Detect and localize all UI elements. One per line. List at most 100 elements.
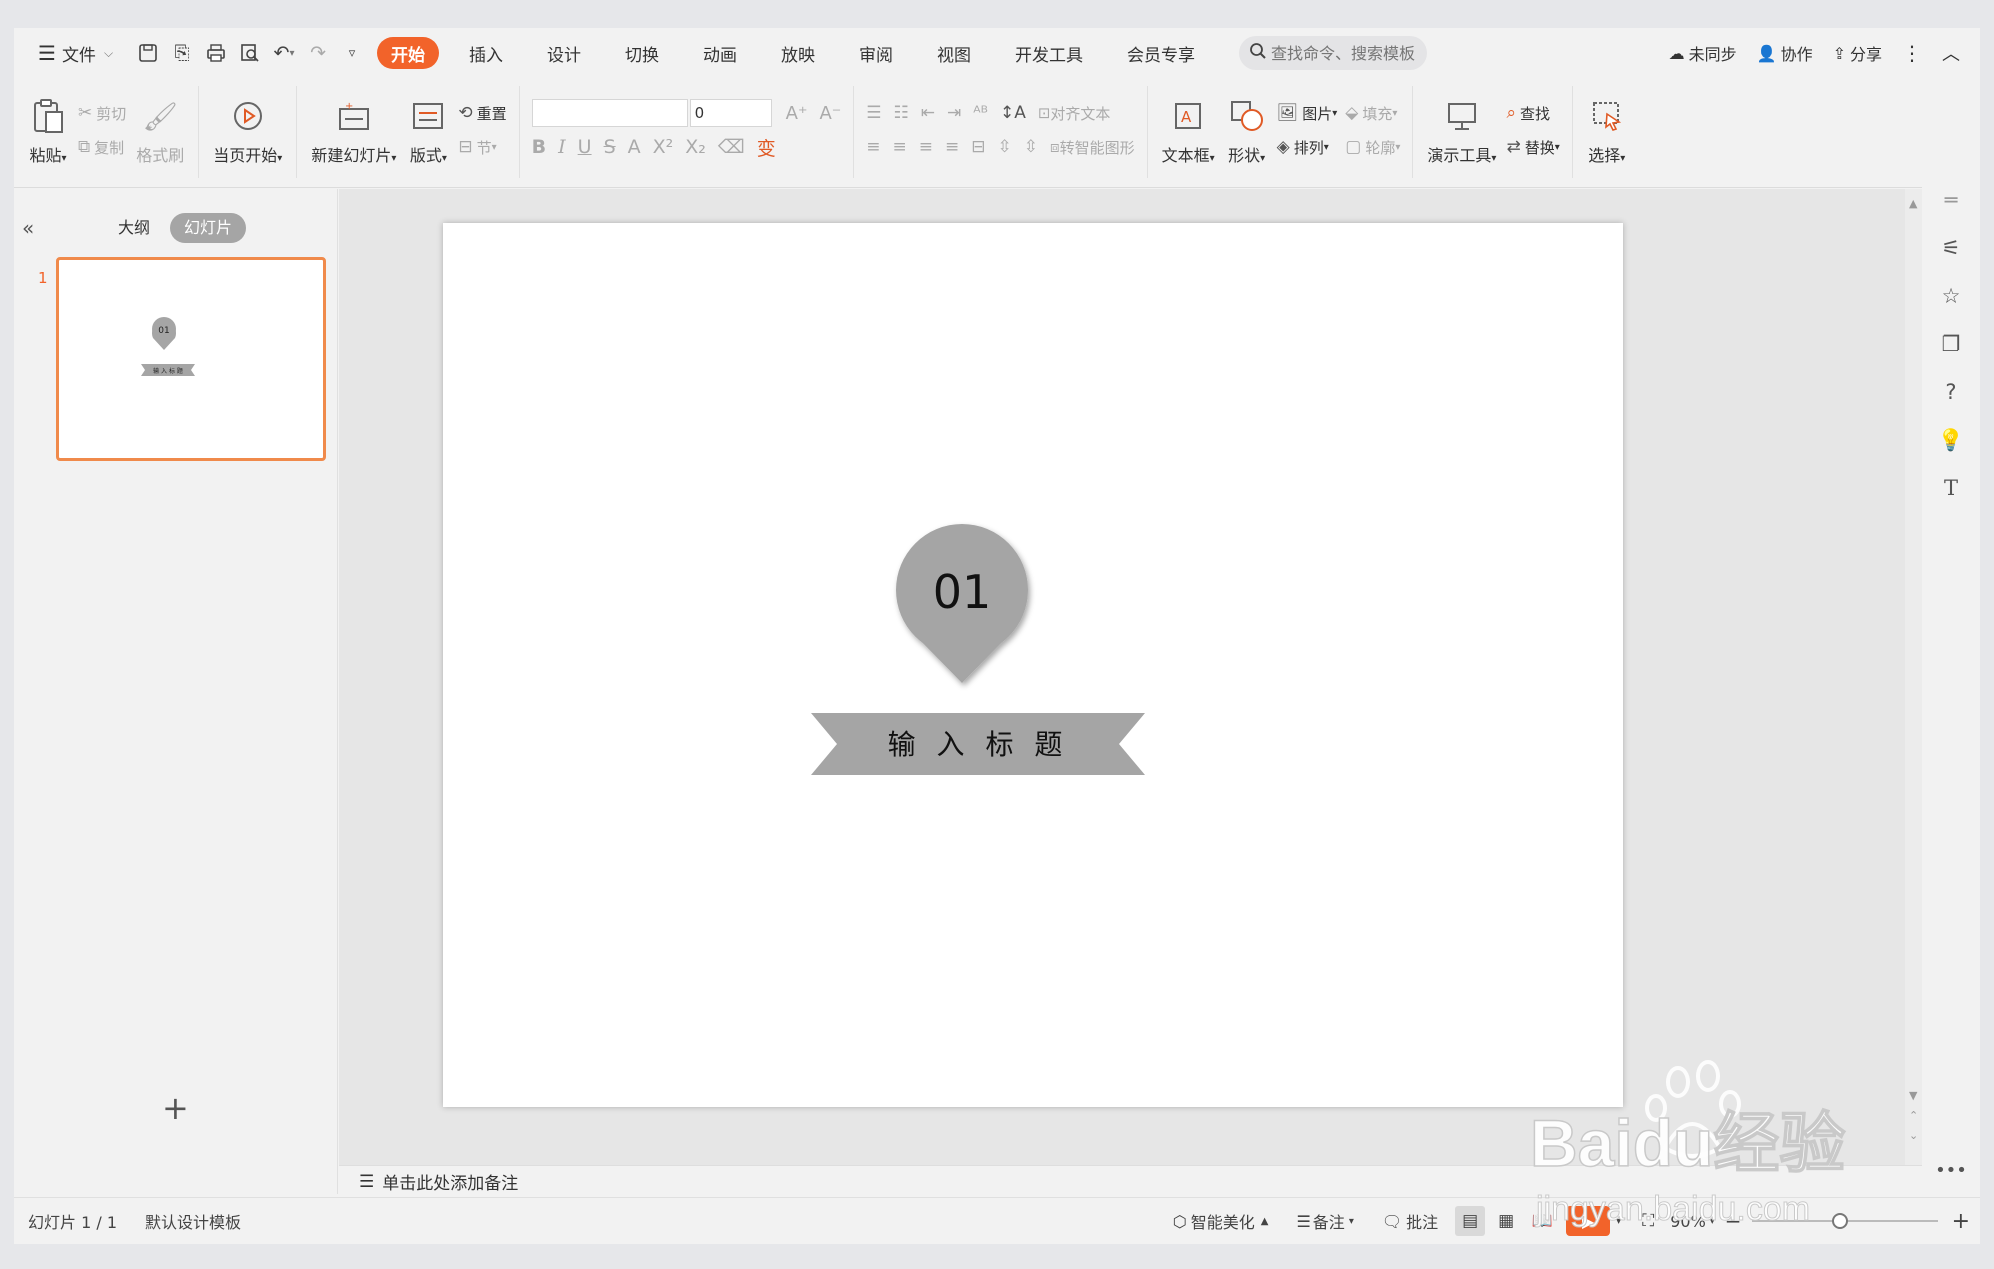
font-color-icon[interactable]: A — [628, 136, 641, 158]
template-name[interactable]: 默认设计模板 — [131, 1209, 255, 1233]
text-direction-icon[interactable]: ᴬᴮ — [973, 103, 988, 123]
find-button[interactable]: ⌕ 查找 — [1506, 96, 1559, 130]
normal-view-icon[interactable]: ▤ — [1455, 1206, 1486, 1236]
play-current-button[interactable]: 当页开始▾ — [213, 96, 282, 166]
align-center-icon[interactable]: ≡ — [893, 137, 907, 157]
add-slide-button[interactable]: + — [162, 1089, 189, 1127]
column-icon[interactable]: ⇳ — [1024, 137, 1038, 157]
notes-toggle[interactable]: ☰ 备注 ▾ — [1282, 1209, 1367, 1233]
beautify-button[interactable]: ⬡ 智能美化 ▲ — [1159, 1209, 1283, 1233]
slide-title[interactable]: 输 入 标 题 — [888, 728, 1069, 761]
print-preview-icon[interactable] — [233, 37, 267, 69]
outdent-icon[interactable]: ⇤ — [921, 103, 935, 123]
fit-window-icon[interactable]: ⛶ — [1633, 1206, 1663, 1236]
zoom-in-icon[interactable]: + — [1952, 1209, 1970, 1234]
format-painter-button[interactable]: 🖌 格式刷 — [136, 96, 184, 166]
outline-button[interactable]: ▢ 轮廓 ▾ — [1345, 130, 1400, 164]
scroll-up-icon[interactable]: ▲ — [1909, 197, 1917, 210]
collab-button[interactable]: 👤 协作 — [1747, 37, 1823, 69]
shape-button[interactable]: 形状▾ — [1227, 96, 1267, 166]
numbering-icon[interactable]: ☷ — [894, 103, 909, 123]
decrease-font-icon[interactable]: A⁻ — [819, 103, 841, 124]
paste-format-icon[interactable]: ⎘ — [165, 37, 199, 69]
vertical-scrollbar[interactable]: ▲ ▼ ⌃ ⌄ — [1905, 189, 1923, 1165]
grid-view-icon[interactable]: ▦ — [1491, 1206, 1521, 1236]
text-icon[interactable]: T — [1931, 468, 1971, 508]
font-family-select[interactable] — [531, 99, 688, 127]
undo-icon[interactable]: ↶ ▾ — [267, 37, 301, 69]
star-icon[interactable]: ☆ — [1931, 276, 1971, 316]
zoom-slider[interactable] — [1751, 1213, 1938, 1229]
slide[interactable]: 01 输 入 标 题 — [443, 223, 1623, 1107]
replace-button[interactable]: ⇄ 替换 ▾ — [1506, 130, 1559, 164]
align-left-icon[interactable]: ≡ — [866, 137, 880, 157]
tab-outline[interactable]: 大纲 — [118, 213, 150, 243]
bullets-icon[interactable]: ☰ — [866, 103, 881, 123]
scroll-down-icon[interactable]: ▼ — [1909, 1089, 1917, 1102]
collapse-ribbon-icon[interactable]: ︿ — [1932, 37, 1970, 69]
collapse-panel-icon[interactable]: « — [22, 216, 34, 240]
tab-review[interactable]: 审阅 — [849, 37, 903, 69]
prev-slide-icon[interactable]: ⌃ — [1909, 1109, 1918, 1122]
tab-slideshow[interactable]: 放映 — [771, 37, 825, 69]
sync-status[interactable]: ☁ 未同步 — [1659, 37, 1747, 69]
play-slideshow-button[interactable]: ▶ — [1566, 1206, 1611, 1236]
italic-icon[interactable]: I — [558, 136, 566, 158]
tab-member[interactable]: 会员专享 — [1117, 37, 1205, 69]
notes-area[interactable]: ☰ 单击此处添加备注 — [339, 1165, 1922, 1197]
save-icon[interactable] — [131, 37, 165, 69]
superscript-icon[interactable]: X² — [653, 136, 674, 158]
more-horizontal-icon[interactable]: ••• — [1931, 1150, 1971, 1190]
paste-button[interactable]: 粘贴▾ — [28, 96, 68, 166]
slide-thumbnail[interactable]: 01 输 入 标 题 — [56, 257, 326, 461]
para-spacing-icon[interactable]: ⇳ — [998, 137, 1012, 157]
reading-view-icon[interactable]: 📖 — [1527, 1206, 1557, 1236]
align-text-button[interactable]: ⊡ 对齐文本 — [1038, 103, 1111, 124]
comments-toggle[interactable]: 🗨 批注 — [1368, 1209, 1452, 1233]
new-slide-button[interactable]: + 新建幻灯片▾ — [311, 96, 396, 166]
search-input[interactable] — [1271, 43, 1422, 63]
textbox-button[interactable]: A 文本框▾ — [1162, 96, 1215, 166]
redo-icon[interactable]: ↷ — [301, 37, 335, 69]
fill-button[interactable]: ⬙ 填充 ▾ — [1345, 96, 1400, 130]
next-slide-icon[interactable]: ⌄ — [1909, 1129, 1918, 1142]
copy-slides-icon[interactable]: ❐ — [1931, 324, 1971, 364]
increase-font-icon[interactable]: A⁺ — [786, 103, 808, 124]
layout-button[interactable]: 版式▾ — [408, 96, 448, 166]
select-button[interactable]: 选择▾ — [1587, 96, 1627, 166]
share-button[interactable]: ⇪ 分享 — [1823, 37, 1892, 69]
indent-icon[interactable]: ⇥ — [947, 103, 961, 123]
tab-design[interactable]: 设计 — [537, 37, 591, 69]
strikethrough-icon[interactable]: S — [604, 136, 616, 158]
command-search[interactable] — [1239, 36, 1428, 70]
eraser-icon[interactable]: ⌫ — [718, 136, 745, 158]
zoom-slider-knob[interactable] — [1831, 1213, 1848, 1229]
subscript-icon[interactable]: X₂ — [685, 136, 706, 158]
badge-number[interactable]: 01 — [933, 565, 992, 619]
tab-transitions[interactable]: 切换 — [615, 37, 669, 69]
presentation-tools-button[interactable]: 演示工具▾ — [1427, 96, 1496, 166]
zoom-out-icon[interactable]: − — [1725, 1209, 1742, 1233]
tab-developer[interactable]: 开发工具 — [1005, 37, 1093, 69]
arrange-button[interactable]: ◈ 排列 ▾ — [1277, 130, 1338, 164]
customize-toolbar-icon[interactable]: ▿ — [335, 37, 369, 69]
font-size-select[interactable]: 0 — [689, 99, 772, 127]
chevron-down-icon[interactable]: ▾ — [1616, 1216, 1621, 1227]
tab-home[interactable]: 开始 — [377, 37, 440, 69]
bold-icon[interactable]: B — [532, 136, 546, 158]
copy-button[interactable]: ⧉ 复制 — [78, 130, 126, 164]
drag-handle-icon[interactable]: ═ — [1931, 180, 1971, 220]
reset-button[interactable]: ⟲ 重置 — [458, 96, 506, 130]
more-vertical-icon[interactable]: ⋮ — [1892, 37, 1932, 69]
tab-insert[interactable]: 插入 — [459, 37, 513, 69]
smartart-button[interactable]: ⧈ 转智能图形 — [1050, 137, 1135, 158]
tab-animations[interactable]: 动画 — [693, 37, 747, 69]
section-button[interactable]: ⊟ 节 ▾ — [458, 130, 506, 164]
picture-button[interactable]: 🖼 图片 ▾ — [1277, 96, 1338, 130]
line-spacing-icon[interactable]: ↕A — [1000, 103, 1026, 123]
settings-sliders-icon[interactable]: ⚟ — [1931, 228, 1971, 268]
lightbulb-icon[interactable]: 💡 — [1931, 420, 1971, 460]
distribute-icon[interactable]: ⊟ — [971, 137, 985, 157]
align-right-icon[interactable]: ≡ — [919, 137, 933, 157]
cut-button[interactable]: ✂ 剪切 — [78, 96, 126, 130]
